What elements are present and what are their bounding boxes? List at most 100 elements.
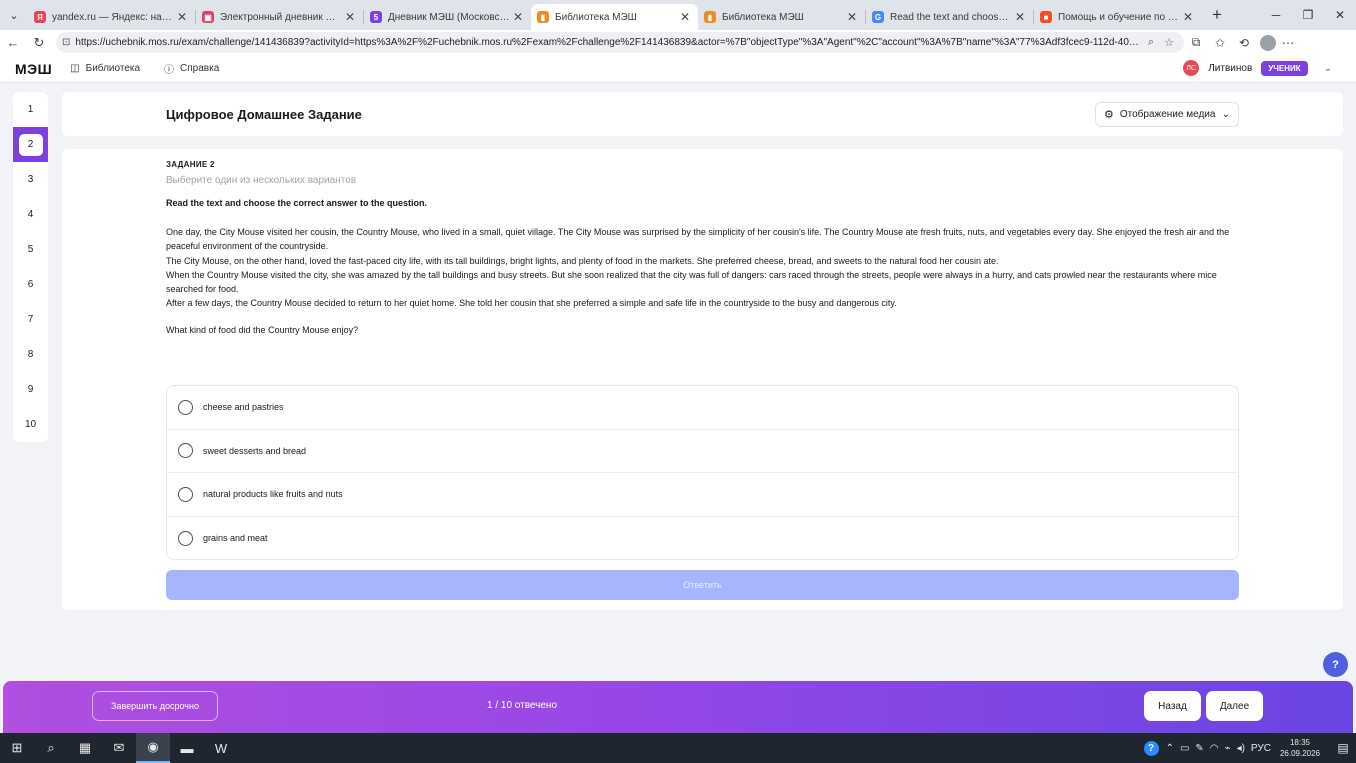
next-button[interactable]: Далее [1206,691,1263,721]
question-nav-item[interactable]: 3 [13,162,48,197]
chevron-up-icon[interactable]: ⌃ [1166,743,1174,754]
wifi-icon[interactable]: ◠ [1210,743,1219,754]
restore-icon[interactable]: ❐ [1292,0,1324,30]
os-taskbar: ⊞ ⌕ ▦ ✉ ◉ ▬ W ? ⌃ ▭ ✎ ◠ ⌁ ◂) РУС 18:35 2… [0,733,1356,763]
nav-help-label: Справка [180,63,220,74]
store-icon[interactable]: ▦ [68,733,102,763]
favicon-icon: ▮ [704,11,716,23]
mesh-logo[interactable]: МЭШ [15,61,52,77]
radio-button[interactable] [178,530,193,546]
question-text: What kind of food did the Country Mouse … [166,325,359,335]
question-nav-item[interactable]: 10 [13,407,48,442]
browser-tab[interactable]: ▮ Библиотека МЭШ ✕ [698,4,865,30]
windows-start-icon[interactable]: ⊞ [0,733,34,763]
task-subtitle: Выберите один из нескольких вариантов [166,175,357,186]
network-icon[interactable]: ⌁ [1225,743,1231,754]
question-nav-item[interactable]: 7 [13,302,48,337]
reload-icon[interactable]: ↻ [26,35,52,51]
url-field[interactable]: ⊡ https://uchebnik.mos.ru/exam/challenge… [56,32,1184,53]
word-icon[interactable]: W [204,733,238,763]
browser-tab[interactable]: ▮ Библиотека МЭШ ✕ [531,4,698,30]
question-nav-item[interactable]: 9 [13,372,48,407]
url-text: https://uchebnik.mos.ru/exam/challenge/1… [75,37,1142,48]
title-card: Цифровое Домашнее Задание ⚙ Отображение … [62,92,1343,136]
file-explorer-icon[interactable]: ▬ [170,733,204,763]
answer-option-label: cheese and pastries [203,402,284,413]
passage-paragraph: After a few days, the Country Mouse deci… [166,298,897,309]
pen-icon[interactable]: ✎ [1195,743,1203,754]
question-nav-item[interactable]: 2 [13,127,48,162]
browser-tab[interactable]: ■ Помощь и обучение по Microsoft✕ [1034,4,1201,30]
browser-tab[interactable]: 5 Дневник МЭШ (Московская элек✕ [364,4,531,30]
tab-title: Дневник МЭШ (Московская элек [388,11,511,23]
minimize-icon[interactable]: ─ [1260,0,1292,30]
nav-library-label: Библиотека [85,63,141,74]
tab-title: Библиотека МЭШ [555,11,637,23]
tab-list-chevron-icon[interactable]: ⌄ [0,0,28,30]
close-icon[interactable]: ✕ [511,10,525,24]
answer-option[interactable]: cheese and pastries [167,386,1238,430]
submit-answer-button[interactable]: Ответить [166,570,1239,600]
notifications-icon[interactable]: ▤ [1330,741,1356,755]
close-icon[interactable]: ✕ [1181,10,1195,24]
tab-title: Электронный дневник школьник [220,11,343,23]
new-tab-button[interactable]: + [1205,5,1229,25]
question-nav-item[interactable]: 5 [13,232,48,267]
close-icon[interactable]: ✕ [845,10,859,24]
question-nav-item[interactable]: 6 [13,267,48,302]
radio-button[interactable] [178,443,193,459]
radio-button[interactable] [178,486,193,502]
user-menu[interactable]: ЛС Литвинов УЧЕНИК ⌄ [1183,60,1332,76]
question-nav-item[interactable]: 1 [13,92,48,127]
close-icon[interactable]: ✕ [1013,10,1027,24]
edge-browser-icon[interactable]: ◉ [136,733,170,763]
browser-menu-icon[interactable]: ⋯ [1276,36,1300,50]
window-controls: ─ ❐ ✕ [1260,0,1356,30]
tab-title: Библиотека МЭШ [722,11,804,23]
favorite-star-icon[interactable]: ☆ [1160,36,1178,49]
question-nav-item[interactable]: 4 [13,197,48,232]
close-icon[interactable]: ✕ [175,10,189,24]
question-nav-number: 7 [27,314,34,325]
answer-option[interactable]: sweet desserts and bread [167,430,1238,473]
question-nav-number: 1 [27,104,34,115]
chevron-down-icon[interactable]: ⌄ [1324,63,1332,74]
answer-option[interactable]: grains and meat [167,517,1238,561]
radio-button[interactable] [178,399,193,415]
task-label: ЗАДАНИЕ 2 [166,160,215,169]
nav-library[interactable]: ◫ Библиотека [70,63,140,74]
site-info-icon[interactable]: ⊡ [62,37,70,48]
help-circle-icon: ⓘ [164,65,175,76]
finish-early-button[interactable]: Завершить досрочно [92,691,218,721]
extensions-icon[interactable]: ⧉ [1184,35,1208,50]
help-tray-icon[interactable]: ? [1143,740,1159,756]
back-button[interactable]: Назад [1144,691,1201,721]
zoom-icon[interactable]: ⌕ [1142,36,1160,49]
browser-tab[interactable]: ▣ Электронный дневник школьник✕ [196,4,363,30]
answer-option[interactable]: natural products like fruits and nuts [167,473,1238,517]
favicon-icon: ■ [1040,11,1052,23]
help-fab-button[interactable]: ? [1323,652,1348,677]
favicon-icon: ▣ [202,11,214,23]
close-icon[interactable]: ✕ [678,10,692,24]
window-close-icon[interactable]: ✕ [1324,0,1356,30]
search-icon[interactable]: ⌕ [34,733,68,763]
favorites-icon[interactable]: ✩ [1208,36,1232,50]
history-icon[interactable]: ⟲ [1232,36,1256,50]
browser-tab[interactable]: Яyandex.ru — Яндекс: нашлось 32✕ [28,4,195,30]
question-nav-item[interactable]: 8 [13,337,48,372]
user-avatar: ЛС [1183,60,1200,76]
battery-icon[interactable]: ▭ [1180,743,1189,754]
browser-tab[interactable]: G Read the text and choose the corr✕ [866,4,1033,30]
speaker-icon[interactable]: ◂) [1237,743,1245,754]
input-language[interactable]: РУС [1251,743,1271,754]
chevron-down-icon: ⌄ [1221,109,1230,120]
outlook-icon[interactable]: ✉ [102,733,136,763]
nav-help[interactable]: ⓘ Справка [164,61,219,76]
media-display-button[interactable]: ⚙ Отображение медиа ⌄ [1095,102,1239,127]
profile-avatar[interactable] [1260,34,1276,51]
question-nav-number: 6 [27,279,34,290]
back-arrow-icon[interactable]: ← [0,35,26,50]
close-icon[interactable]: ✕ [343,10,357,24]
system-clock[interactable]: 18:35 26.09.2026 [1280,737,1320,759]
